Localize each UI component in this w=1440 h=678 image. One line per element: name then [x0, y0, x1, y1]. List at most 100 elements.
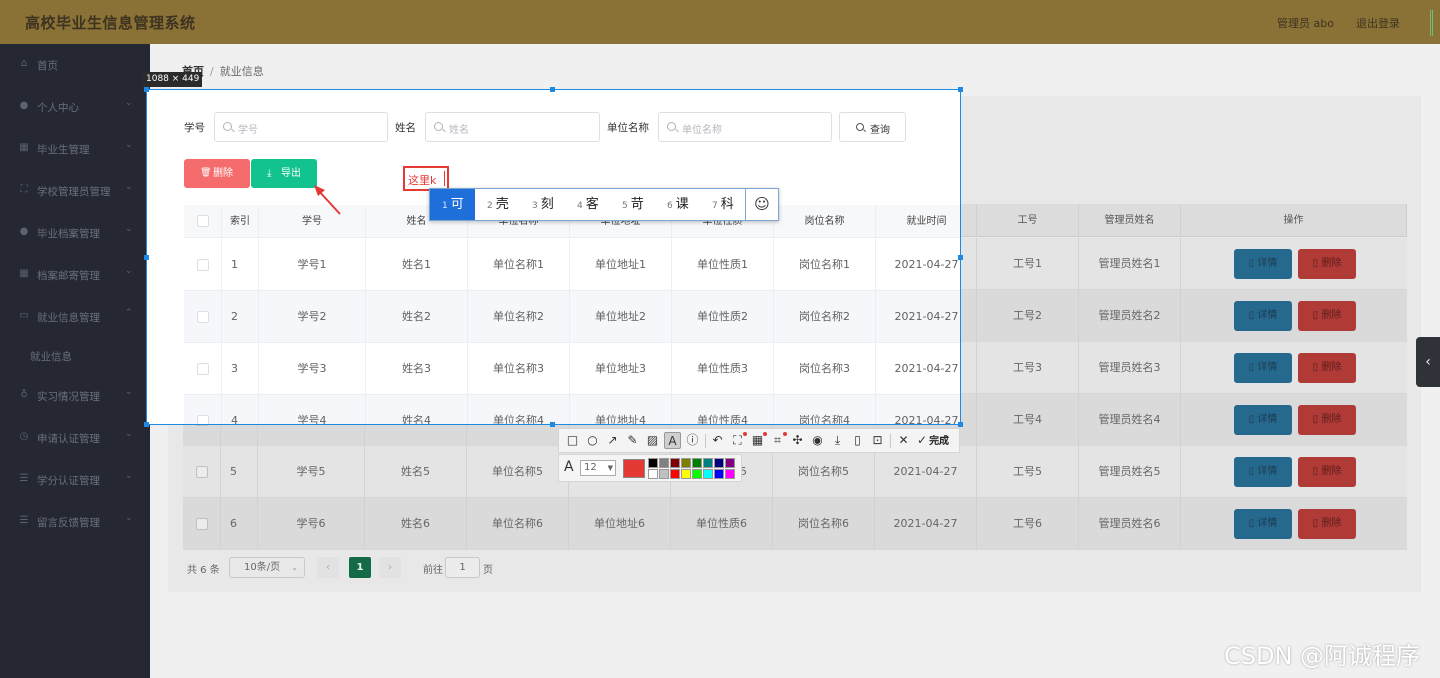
row-detail-button[interactable]: ▯ 详情: [1234, 405, 1292, 435]
sidebar-item-school-admins[interactable]: ⛶ 学校管理员管理 ⌄: [0, 170, 150, 212]
selection-handle-t[interactable]: [550, 87, 555, 92]
row-checkbox[interactable]: [197, 259, 209, 271]
ime-candidate[interactable]: 1可: [430, 189, 475, 220]
row-checkbox[interactable]: [197, 311, 209, 323]
color-swatch[interactable]: [714, 469, 724, 479]
sidebar-item-certification[interactable]: ◷ 申请认证管理 ⌄: [0, 417, 150, 459]
ime-candidate[interactable]: 4客: [565, 189, 610, 220]
goto-page-input[interactable]: 1: [445, 557, 480, 578]
color-swatch[interactable]: [725, 469, 735, 479]
close-icon[interactable]: ✕: [895, 432, 912, 449]
ellipse-tool-icon[interactable]: ○: [584, 432, 601, 449]
color-swatch[interactable]: [670, 469, 680, 479]
row-detail-button[interactable]: ▯ 详情: [1234, 457, 1292, 487]
row-checkbox[interactable]: [196, 466, 208, 478]
arrow-tool-icon[interactable]: ↗: [604, 432, 621, 449]
ime-candidate[interactable]: 5苛: [610, 189, 655, 220]
selection-handle-r[interactable]: [958, 255, 963, 260]
color-swatch[interactable]: [659, 469, 669, 479]
row-checkbox[interactable]: [197, 363, 209, 375]
phone-icon[interactable]: ▯: [849, 432, 866, 449]
sidebar-item-internship[interactable]: ♁ 实习情况管理 ⌄: [0, 375, 150, 417]
color-swatch[interactable]: [648, 458, 658, 468]
sidebar-item-profile[interactable]: ● 个人中心 ⌄: [0, 86, 150, 128]
pen-tool-icon[interactable]: ✎: [624, 432, 641, 449]
row-checkbox[interactable]: [197, 415, 209, 424]
row-delete-button[interactable]: ▯ 删除: [1298, 509, 1356, 539]
translate-icon[interactable]: ▦: [749, 432, 767, 449]
color-swatch[interactable]: [703, 458, 713, 468]
row-detail-button[interactable]: ▯ 详情: [1234, 509, 1292, 539]
sidebar-item-graduates[interactable]: ▦ 毕业生管理 ⌄: [0, 128, 150, 170]
row-detail-button[interactable]: ▯ 详情: [1234, 353, 1292, 383]
collapse-panel-button[interactable]: ‹: [1416, 337, 1440, 387]
pin-icon[interactable]: ✣: [789, 432, 806, 449]
sidebar-item-archives[interactable]: ● 毕业档案管理 ⌄: [0, 212, 150, 254]
color-swatch[interactable]: [714, 458, 724, 468]
selection-handle-bl[interactable]: [144, 422, 149, 427]
row-delete-button[interactable]: ▯ 删除: [1298, 301, 1356, 331]
row-detail-button[interactable]: ▯ 详情: [1234, 249, 1292, 279]
chevron-left-icon: ‹: [1425, 354, 1431, 370]
page-number-current[interactable]: 1: [349, 557, 371, 578]
unit-name-input[interactable]: 单位名称: [658, 112, 832, 142]
sidebar-subitem-employment-info[interactable]: 就业信息: [0, 336, 150, 376]
mosaic-tool-icon[interactable]: ▨: [644, 432, 661, 449]
name-input[interactable]: 姓名: [425, 112, 600, 142]
row-delete-button[interactable]: ▯ 删除: [1298, 457, 1356, 487]
row-checkbox[interactable]: [196, 518, 208, 530]
sidebar-item-home[interactable]: ⌂ 首页: [0, 44, 150, 86]
student-id-input[interactable]: 学号: [214, 112, 388, 142]
selection-handle-br[interactable]: [958, 422, 963, 427]
record-icon[interactable]: ◉: [809, 432, 826, 449]
font-size-select[interactable]: 12 ▼: [580, 460, 616, 476]
selection-handle-tr[interactable]: [958, 87, 963, 92]
ime-candidate[interactable]: 2壳: [475, 189, 520, 220]
row-detail-button[interactable]: ▯ 详情: [1234, 301, 1292, 331]
unit-name-label: 单位名称: [607, 122, 649, 134]
color-swatch[interactable]: [692, 458, 702, 468]
color-swatch[interactable]: [648, 469, 658, 479]
color-swatch[interactable]: [681, 469, 691, 479]
sidebar-item-credits[interactable]: ☰ 学分认证管理 ⌄: [0, 459, 150, 501]
export-button[interactable]: ⤓ 导出: [251, 159, 317, 188]
color-swatch[interactable]: [725, 458, 735, 468]
delete-button[interactable]: 🗑 删除: [184, 159, 250, 188]
row-delete-button[interactable]: ▯ 删除: [1298, 405, 1356, 435]
ime-candidate[interactable]: 3刻: [520, 189, 565, 220]
sidebar-item-feedback[interactable]: ☰ 留言反馈管理 ⌄: [0, 501, 150, 543]
color-swatch[interactable]: [681, 458, 691, 468]
selection-handle-tl[interactable]: [144, 87, 149, 92]
next-page-button[interactable]: ›: [379, 557, 401, 578]
long-screenshot-icon[interactable]: ⌗: [769, 432, 787, 449]
color-swatch[interactable]: [692, 469, 702, 479]
color-swatch[interactable]: [659, 458, 669, 468]
selection-handle-l[interactable]: [144, 255, 149, 260]
table-cell-actions: [1181, 342, 1407, 394]
ime-candidate[interactable]: 6课: [655, 189, 700, 220]
color-swatch[interactable]: [703, 469, 713, 479]
save-icon[interactable]: ⤓: [829, 432, 846, 449]
query-button[interactable]: 查询: [839, 112, 906, 142]
done-button[interactable]: ✓ 完成: [917, 432, 949, 449]
bookmark-icon[interactable]: ⊡: [869, 432, 886, 449]
number-marker-icon[interactable]: ⓘ: [684, 432, 701, 449]
logout-link[interactable]: 退出登录: [1356, 15, 1400, 31]
color-swatch[interactable]: [670, 458, 680, 468]
screenshot-selection[interactable]: 学号 学号 姓名 姓名 单位名称 单位名称 查询 🗑 删除 ⤓ 导出 索引 学号姓…: [146, 89, 961, 425]
row-delete-button[interactable]: ▯ 删除: [1298, 249, 1356, 279]
sidebar-item-archive-mail[interactable]: ▦ 档案邮寄管理 ⌄: [0, 254, 150, 296]
ime-candidate[interactable]: 7科: [700, 189, 745, 220]
emoji-icon[interactable]: ☺: [745, 189, 778, 220]
text-tool-icon[interactable]: A: [664, 432, 681, 449]
current-color-swatch[interactable]: [623, 459, 645, 478]
undo-icon[interactable]: ↶: [709, 432, 726, 449]
prev-page-button[interactable]: ‹: [317, 557, 339, 578]
ocr-icon[interactable]: ⛶: [729, 432, 747, 449]
selection-handle-b[interactable]: [550, 422, 555, 427]
rectangle-tool-icon[interactable]: □: [564, 432, 581, 449]
sidebar-item-employment[interactable]: ▭ 就业信息管理 ⌃: [0, 296, 150, 338]
select-all-checkbox[interactable]: [197, 215, 209, 227]
row-delete-button[interactable]: ▯ 删除: [1298, 353, 1356, 383]
page-size-select[interactable]: 10条/页 ⌄: [229, 557, 305, 578]
